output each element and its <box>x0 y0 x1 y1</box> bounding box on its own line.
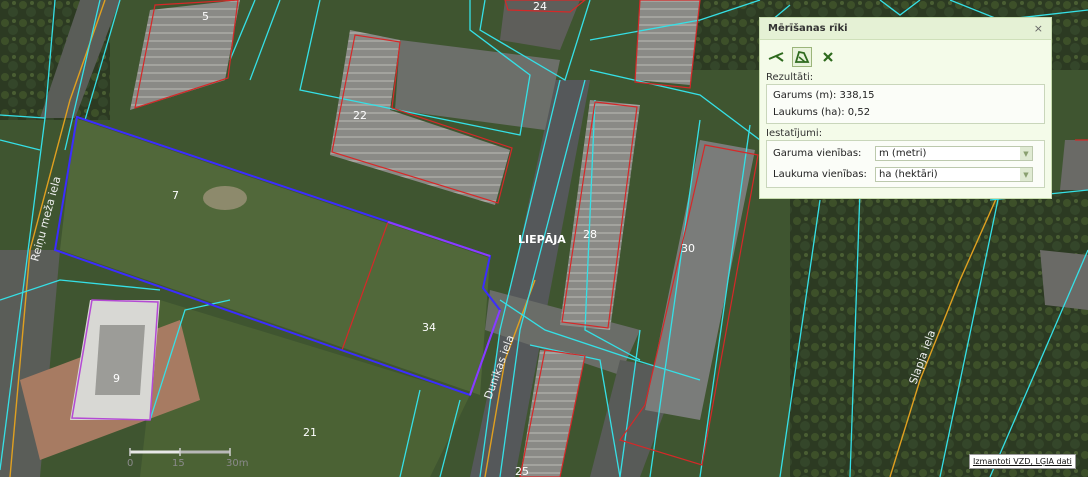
scale-label: 0 <box>127 458 133 469</box>
city-label: LIEPĀJA <box>518 233 566 246</box>
results-label: Rezultāti: <box>766 72 814 83</box>
settings-box: Garuma vienības: m (metri) ▼ Laukuma vie… <box>766 140 1045 188</box>
building-roof-detail <box>95 325 145 395</box>
panel-header: Mērīšanas rīki × <box>760 18 1051 40</box>
parcel-number: 22 <box>353 109 367 122</box>
parcel-number: 25 <box>515 465 529 477</box>
length-unit-row: Garuma vienības: m (metri) ▼ <box>773 143 1038 164</box>
building <box>635 0 700 85</box>
parcel-number: 24 <box>533 0 547 13</box>
parcel-number: 21 <box>303 426 317 439</box>
length-unit-label: Garuma vienības: <box>773 148 862 159</box>
length-result: Garums (m): 338,15 <box>773 90 875 101</box>
panel-title: Mērīšanas rīki <box>768 23 848 34</box>
clear-icon <box>823 52 833 62</box>
area-result: Laukums (ha): 0,52 <box>773 107 871 118</box>
tool-row <box>760 40 1051 68</box>
settings-label: Iestatījumi: <box>766 128 823 139</box>
close-icon[interactable]: × <box>1034 22 1043 35</box>
building <box>1040 250 1088 310</box>
measurement-tools-panel: Mērīšanas rīki × Rezultāti: Garums (m): … <box>759 17 1052 199</box>
measure-distance-button[interactable] <box>766 47 786 67</box>
scale-label: 30m <box>226 458 248 469</box>
area-unit-value: ha (hektāri) <box>879 169 938 180</box>
parcel-number: 7 <box>172 189 179 202</box>
chevron-down-icon: ▼ <box>1020 168 1032 181</box>
area-unit-row: Laukuma vienības: ha (hektāri) ▼ <box>773 164 1038 185</box>
length-unit-select[interactable]: m (metri) ▼ <box>875 146 1033 161</box>
parcel-number: 28 <box>583 228 597 241</box>
measure-distance-icon <box>768 52 784 62</box>
clear-button[interactable] <box>818 47 838 67</box>
measure-area-icon <box>794 50 810 63</box>
scale-label: 15 <box>172 458 185 469</box>
area-unit-select[interactable]: ha (hektāri) ▼ <box>875 167 1033 182</box>
chevron-down-icon: ▼ <box>1020 147 1032 160</box>
length-unit-value: m (metri) <box>879 148 927 159</box>
measure-area-button[interactable] <box>792 47 812 67</box>
bare-ground <box>203 186 247 210</box>
parcel-number: 30 <box>681 242 695 255</box>
area-unit-label: Laukuma vienības: <box>773 169 867 180</box>
results-box: Garums (m): 338,15 Laukums (ha): 0,52 <box>766 84 1045 124</box>
data-attribution-link[interactable]: Izmantoti VZD, LĢIA dati <box>969 454 1076 469</box>
parcel-number: 9 <box>113 372 120 385</box>
parcel-number: 5 <box>202 10 209 23</box>
parcel-number: 34 <box>422 321 436 334</box>
